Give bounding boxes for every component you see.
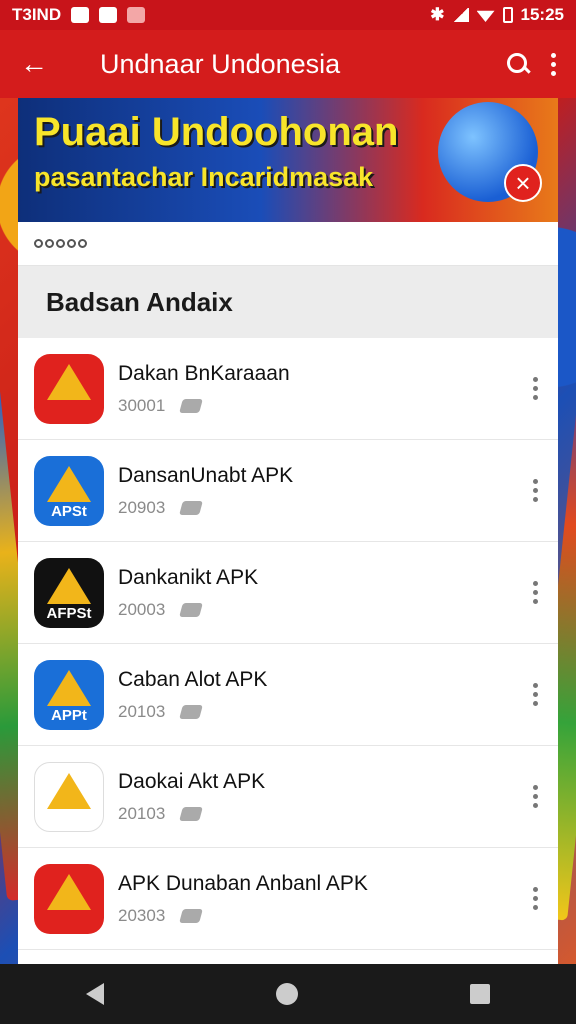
- list-item-text: APK Dunaban Anbanl APK 20303: [118, 872, 533, 926]
- app-logo-shape: [47, 669, 91, 706]
- item-menu-icon[interactable]: [533, 785, 538, 808]
- clock: 15:25: [520, 5, 564, 24]
- message-icon: [99, 7, 118, 23]
- app-icon: [34, 353, 104, 424]
- search-icon[interactable]: [507, 53, 529, 75]
- promo-banner[interactable]: Puaai Undoohonan pasantachar Incaridmasa…: [18, 98, 558, 222]
- app-logo-shape: [47, 772, 91, 809]
- tag-icon: [179, 704, 204, 719]
- list-item-meta: 20103: [118, 702, 533, 722]
- list-item-title: Daokai Akt APK: [118, 769, 266, 793]
- indicator-dot: [78, 239, 87, 248]
- app-icon: [34, 863, 104, 934]
- list-item-text: Caban Alot APK 20103: [118, 668, 533, 722]
- list-item-text: Dankanikt APK 20003: [118, 566, 533, 620]
- list-item-title: Dakan BnKaraaan: [118, 361, 290, 385]
- list-item-count: 20903: [118, 497, 166, 517]
- nav-back-icon[interactable]: [86, 983, 104, 1005]
- nav-recents-icon[interactable]: [470, 984, 490, 1004]
- app-logo-shape: [47, 363, 91, 400]
- list-item[interactable]: APPt Caban Alot APK 20103: [18, 644, 558, 746]
- item-menu-icon[interactable]: [533, 887, 538, 910]
- system-nav-bar: [0, 964, 576, 1024]
- tag-icon: [179, 398, 204, 413]
- notification-icon: [71, 7, 90, 23]
- list-item-meta: 20303: [118, 906, 533, 926]
- list-item[interactable]: Daokai Akt APK 20103: [18, 746, 558, 848]
- list-item[interactable]: APK Dunaban Anbanl APK 20303: [18, 848, 558, 950]
- app-bar: ← Undnaar Undonesia: [0, 30, 576, 98]
- list-item-title: APK Dunaban Anbanl APK: [118, 871, 368, 895]
- back-arrow-icon[interactable]: ←: [20, 48, 60, 80]
- app-icon: [34, 761, 104, 832]
- nav-home-icon[interactable]: [276, 983, 298, 1005]
- indicator-dot: [56, 239, 65, 248]
- section-header: Badsan Andaix: [18, 266, 558, 338]
- indicator-dot: [45, 239, 54, 248]
- list-item-meta: 20903: [118, 498, 533, 518]
- list-item-title: Dankanikt APK: [118, 565, 259, 589]
- list-item-text: Daokai Akt APK 20103: [118, 770, 533, 824]
- tag-icon: [179, 602, 204, 617]
- page-indicator: [18, 222, 558, 266]
- list-item-meta: 20003: [118, 600, 533, 620]
- app-logo-shape: [47, 873, 91, 910]
- banner-title: Puaai Undoohonan: [34, 110, 399, 154]
- more-options-icon[interactable]: [551, 52, 556, 76]
- app-list: Dakan BnKaraaan 30001 APSt DansanUnabt APK 2…: [18, 338, 558, 950]
- app-icon-label: APSt: [51, 502, 87, 520]
- signal-icon: [452, 8, 469, 22]
- app-list-panel: Badsan Andaix Dakan BnKaraaan 30001 APSt Da…: [18, 222, 558, 964]
- app-icon-label: APPt: [51, 706, 87, 724]
- list-item-count: 20103: [118, 701, 166, 721]
- app-icon: APSt: [34, 455, 104, 526]
- list-item[interactable]: APSt DansanUnabt APK 20903: [18, 440, 558, 542]
- tag-icon: [179, 908, 204, 923]
- list-item-count: 20303: [118, 905, 166, 925]
- list-item-count: 20103: [118, 803, 166, 823]
- list-item[interactable]: Dakan BnKaraaan 30001: [18, 338, 558, 440]
- banner-close-icon[interactable]: ×: [504, 164, 542, 202]
- carrier-label: T3IND: [12, 5, 62, 24]
- gallery-icon: [127, 7, 146, 23]
- list-item-text: DansanUnabt APK 20903: [118, 464, 533, 518]
- indicator-dot: [34, 239, 43, 248]
- list-item-text: Dakan BnKaraaan 30001: [118, 362, 533, 416]
- tag-icon: [179, 806, 204, 821]
- indicator-dot: [67, 239, 76, 248]
- battery-icon: [502, 7, 513, 23]
- app-icon: AFPSt: [34, 557, 104, 628]
- banner-subtitle: pasantachar Incaridmasak: [34, 162, 374, 192]
- app-icon: APPt: [34, 659, 104, 730]
- list-item-title: DansanUnabt APK: [118, 463, 294, 487]
- item-menu-icon[interactable]: [533, 479, 538, 502]
- page-title: Undnaar Undonesia: [100, 48, 341, 79]
- list-item-meta: 20103: [118, 804, 533, 824]
- app-logo-shape: [47, 567, 91, 604]
- tag-icon: [179, 500, 204, 515]
- item-menu-icon[interactable]: [533, 377, 538, 400]
- list-item-count: 30001: [118, 395, 166, 415]
- wifi-icon: [476, 10, 495, 22]
- status-bar: T3IND ✱ 15:25: [0, 0, 576, 30]
- list-item-meta: 30001: [118, 396, 533, 416]
- app-logo-shape: [47, 465, 91, 502]
- item-menu-icon[interactable]: [533, 581, 538, 604]
- list-item[interactable]: AFPSt Dankanikt APK 20003: [18, 542, 558, 644]
- list-item-title: Caban Alot APK: [118, 667, 268, 691]
- item-menu-icon[interactable]: [533, 683, 538, 706]
- bluetooth-icon: ✱: [430, 5, 445, 24]
- list-item-count: 20003: [118, 599, 166, 619]
- app-icon-label: AFPSt: [46, 604, 92, 622]
